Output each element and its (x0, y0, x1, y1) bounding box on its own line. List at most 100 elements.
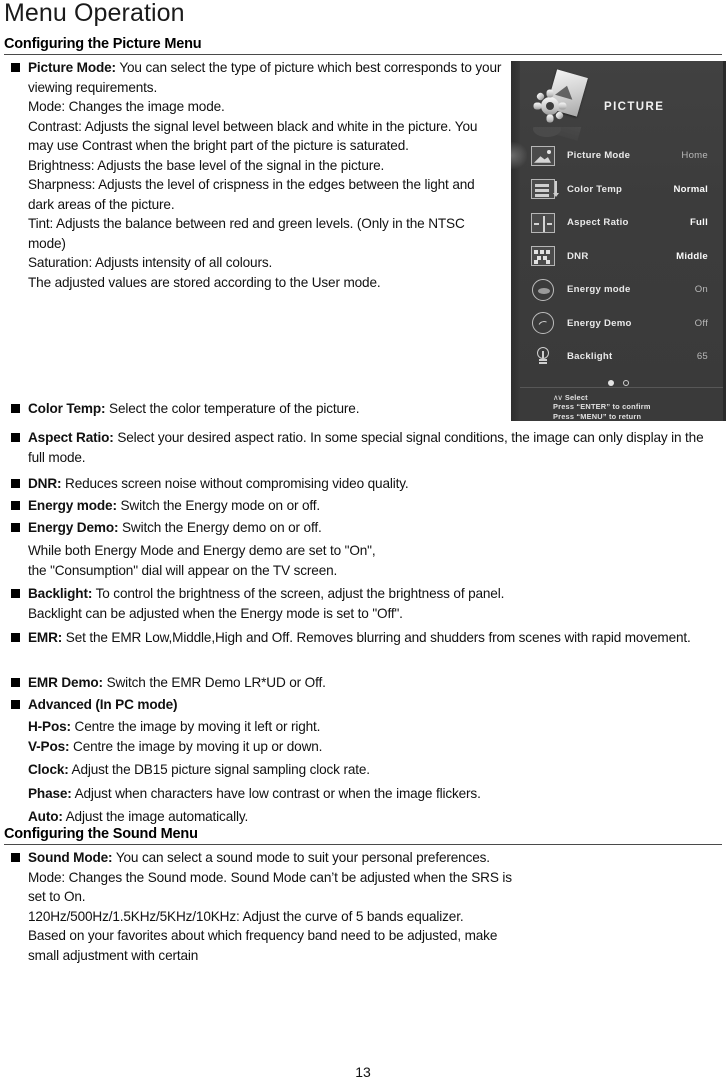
advanced-item-auto: Auto: Adjust the image automatically. (4, 807, 722, 827)
bullet-item-emr-demo: EMR Demo: Switch the EMR Demo LR*UD or O… (4, 673, 722, 693)
osd-pager-dot-inactive[interactable] (622, 380, 629, 386)
bullet-item-sound-mode: Sound Mode: You can select a sound mode … (4, 848, 524, 868)
backlight-note: Backlight can be adjusted when the Energ… (28, 605, 403, 621)
term-h-pos: H-Pos: (28, 719, 71, 734)
desc-backlight: To control the brightness of the screen,… (95, 586, 505, 601)
picture-mode-line-6: The adjusted values are stored according… (28, 275, 381, 291)
osd-pager-dot-active[interactable] (608, 380, 615, 386)
bullet-item-energy-demo: Energy Demo: Switch the Energy demo on o… (4, 518, 722, 538)
osd-row-picture-mode[interactable]: Picture Mode Home (511, 139, 726, 173)
section-heading-sound: Configuring the Sound Menu (4, 826, 722, 845)
osd-footer-return: Press “MENU” to return (553, 411, 642, 421)
picture-mode-line-1: Contrast: Adjusts the signal level betwe… (28, 118, 478, 154)
bullet-square-icon (11, 633, 20, 642)
bullet-square-icon (11, 700, 20, 709)
bullet-item-emr: EMR: Set the EMR Low,Middle,High and Off… (4, 628, 722, 648)
term-auto: Auto: (28, 809, 63, 825)
term-advanced: Advanced (In PC mode) (28, 697, 178, 712)
desc-clock: Adjust the DB15 picture signal sampling … (71, 762, 371, 778)
desc-energy-mode: Switch the Energy mode on or off. (120, 498, 321, 513)
desc-emr-demo: Switch the EMR Demo LR*UD or Off. (106, 675, 326, 690)
osd-row-dnr[interactable]: DNR Middle (511, 240, 726, 274)
osd-row-value: Full (689, 217, 708, 229)
term-clock: Clock: (28, 762, 69, 778)
osd-row-label: DNR (567, 250, 589, 262)
desc-phase: Adjust when characters have low contrast… (74, 785, 481, 801)
picture-mode-line-3: Sharpness: Adjusts the level of crispnes… (28, 177, 475, 212)
backlight-icon (530, 346, 556, 368)
bullet-square-icon (11, 523, 20, 532)
osd-row-value: 65 (696, 351, 708, 363)
osd-row-value: On (694, 284, 708, 296)
bullet-item-picture-mode: Picture Mode: You can select the type of… (4, 58, 504, 97)
energy-demo-block: Energy Demo: Switch the Energy demo on o… (4, 518, 722, 538)
bullet-item-dnr: DNR: Reduces screen noise without compro… (4, 474, 722, 494)
term-emr-demo: EMR Demo: (28, 675, 103, 690)
osd-pager-dots[interactable] (511, 373, 726, 391)
osd-row-aspect-ratio[interactable]: Aspect Ratio Full (511, 206, 726, 240)
sound-mode-line-2: Based on your favorites about which freq… (28, 928, 498, 963)
osd-header: PICTURE (511, 61, 726, 141)
osd-row-energy-mode[interactable]: Energy mode On (511, 273, 726, 307)
term-v-pos: V-Pos: (28, 738, 70, 754)
picture-mode-line-0: Mode: Changes the image mode. (28, 99, 225, 115)
osd-row-value: Middle (676, 250, 708, 262)
osd-footer-confirm: Press “ENTER” to confirm (553, 402, 651, 412)
sound-mode-line-0: Mode: Changes the Sound mode. Sound Mode… (28, 869, 512, 905)
picture-settings-icon (533, 69, 591, 135)
osd-row-label: Energy Demo (567, 317, 632, 329)
osd-footer-help: ∧∨ Select Press “ENTER” to confirm Press … (553, 393, 651, 421)
advanced-item-h-pos: H-Pos: Centre the image by moving it lef… (4, 717, 722, 737)
desc-auto: Adjust the image automatically. (65, 809, 249, 825)
bullet-square-icon (11, 433, 20, 442)
energy-mode-icon (530, 278, 556, 301)
osd-row-label: Energy mode (567, 284, 631, 296)
desc-v-pos: Centre the image by moving it up or down… (73, 738, 323, 754)
picture-mode-block: Picture Mode: You can select the type of… (4, 58, 504, 293)
bullet-square-icon (11, 479, 20, 488)
osd-row-color-temp[interactable]: Color Temp Normal (511, 173, 726, 207)
energy-demo-icon (530, 312, 556, 335)
bullet-square-icon (11, 501, 20, 510)
advanced-item-phase: Phase: Adjust when characters have low c… (4, 784, 722, 804)
desc-color-temp: Select the color temperature of the pict… (109, 401, 360, 416)
term-color-temp: Color Temp: (28, 401, 106, 416)
page-title: Menu Operation (4, 0, 185, 27)
energy-mode-block: Energy mode: Switch the Energy mode on o… (4, 496, 722, 516)
term-dnr: DNR: (28, 476, 62, 491)
up-down-chevron-icon: ∧∨ (553, 393, 563, 402)
picture-mode-line-2: Brightness: Adjusts the base level of th… (28, 157, 385, 173)
desc-sound-mode: You can select a sound mode to suit your… (115, 850, 490, 865)
osd-footer-select-label: Select (564, 393, 588, 402)
energy-demo-note-line-1: While both Energy Mode and Energy demo a… (28, 543, 376, 558)
aspect-ratio-icon (530, 212, 556, 234)
osd-row-energy-demo[interactable]: Energy Demo Off (511, 307, 726, 341)
osd-title: PICTURE (604, 101, 665, 113)
picture-mode-line-5: Saturation: Adjusts intensity of all col… (28, 255, 273, 271)
section-heading-picture: Configuring the Picture Menu (4, 36, 722, 55)
advanced-block: Advanced (In PC mode) (4, 695, 722, 715)
osd-row-label: Picture Mode (567, 150, 631, 162)
emr-demo-block: EMR Demo: Switch the EMR Demo LR*UD or O… (4, 673, 722, 693)
bullet-item-energy-mode: Energy mode: Switch the Energy mode on o… (4, 496, 722, 516)
energy-demo-note-line-2: the "Consumption" dial will appear on th… (28, 562, 338, 578)
osd-menu-list: Picture Mode Home Color Temp Normal Aspe… (511, 139, 726, 374)
term-sound-mode: Sound Mode: (28, 850, 113, 865)
bullet-square-icon (11, 853, 20, 862)
bullet-square-icon (11, 589, 20, 598)
osd-row-label: Aspect Ratio (567, 217, 629, 229)
term-picture-mode: Picture Mode: (28, 60, 116, 75)
osd-divider (520, 387, 723, 388)
bullet-item-backlight: Backlight: To control the brightness of … (4, 584, 722, 604)
aspect-ratio-block: Aspect Ratio: Select your desired aspect… (4, 428, 722, 467)
term-phase: Phase: (28, 785, 72, 801)
sound-mode-block: Sound Mode: You can select a sound mode … (4, 848, 524, 965)
osd-row-label: Backlight (567, 351, 613, 363)
term-energy-mode: Energy mode: (28, 498, 117, 513)
term-backlight: Backlight: (28, 586, 93, 601)
osd-row-backlight[interactable]: Backlight 65 (511, 340, 726, 374)
bullet-item-aspect-ratio: Aspect Ratio: Select your desired aspect… (4, 428, 722, 467)
dnr-icon (530, 245, 556, 267)
osd-row-value: Normal (673, 183, 708, 195)
term-emr: EMR: (28, 630, 63, 645)
